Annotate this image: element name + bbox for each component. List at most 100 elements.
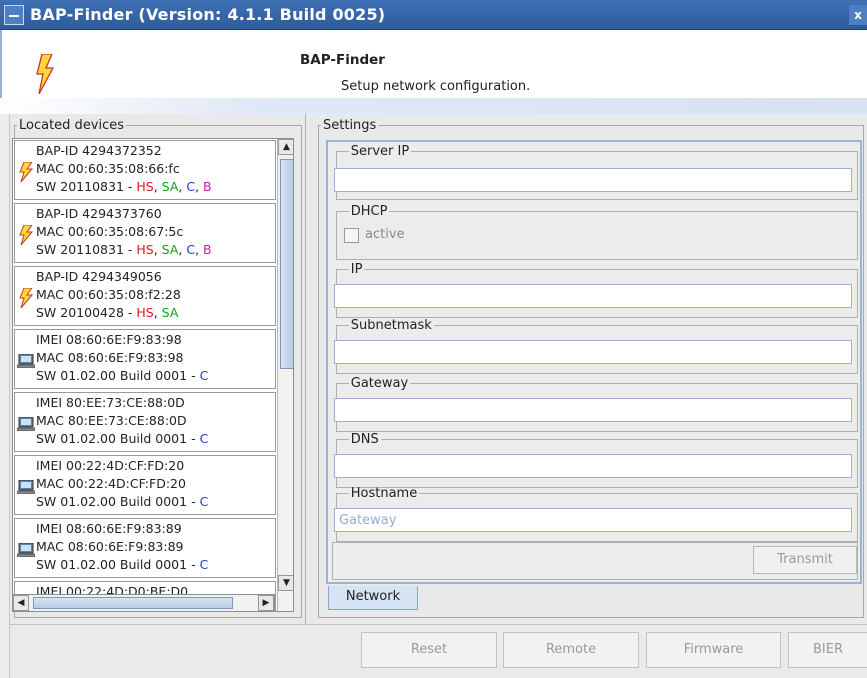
hostname-input[interactable] (334, 508, 852, 532)
capability-c: C (186, 179, 196, 194)
title-bar: BAP-Finder (Version: 4.1.1 Build 0025) x (0, 0, 867, 30)
device-sw-version: 01.02.00 Build 0001 (60, 557, 188, 572)
dns-input[interactable] (334, 454, 852, 478)
device-mac-line: MAC 08:60:6E:F9:83:98 (36, 350, 184, 366)
computer-icon (17, 543, 35, 557)
device-id: IMEI 08:60:6E:F9:83:98 (36, 332, 182, 347)
device-sw-line: SW 01.02.00 Build 0001 - C (36, 494, 208, 510)
separator: - (187, 494, 200, 509)
capability-hs: HS (136, 305, 154, 320)
device-sw-version: 01.02.00 Build 0001 (60, 494, 188, 509)
device-list-item[interactable]: IMEI 80:EE:73:CE:88:0D MAC 80:EE:73:CE:88… (14, 392, 276, 452)
separator: , (153, 242, 162, 257)
subnetmask-label: Subnetmask (350, 318, 432, 333)
settings-label: Settings (323, 118, 377, 133)
separator: , (195, 179, 204, 194)
computer-icon (17, 480, 35, 494)
network-settings-area: Server IP DHCP active IP Subnetmask Gate… (326, 140, 862, 584)
device-sw-line: SW 01.02.00 Build 0001 - C (36, 368, 208, 384)
horizontal-scroll-thumb[interactable] (33, 597, 233, 609)
device-sw-line: SW 01.02.00 Build 0001 - C (36, 557, 208, 573)
sw-prefix: SW (36, 557, 61, 572)
mac-prefix: MAC (36, 539, 68, 554)
ip-label: IP (350, 262, 363, 277)
device-mac: 08:60:6E:F9:83:89 (67, 539, 184, 554)
dhcp-label: DHCP (350, 204, 388, 219)
scroll-left-button[interactable]: ◀ (13, 595, 29, 611)
capability-b: B (203, 179, 212, 194)
mac-prefix: MAC (36, 413, 68, 428)
device-mac: 00:60:35:08:66:fc (67, 161, 180, 176)
device-sw-version: 20110831 (60, 242, 124, 257)
device-list-item[interactable]: IMEI 08:60:6E:F9:83:89 MAC 08:60:6E:F9:83… (14, 518, 276, 578)
lightning-icon (19, 162, 33, 182)
device-mac: 08:60:6E:F9:83:98 (67, 350, 184, 365)
device-list[interactable]: BAP-ID 4294372352 MAC 00:60:35:08:66:fc SW… (12, 138, 294, 612)
close-button[interactable]: x (849, 5, 867, 25)
separator: , (153, 179, 162, 194)
mac-prefix: MAC (36, 350, 68, 365)
device-mac: 00:60:35:08:f2:28 (67, 287, 181, 302)
device-list-item[interactable]: BAP-ID 4294372352 MAC 00:60:35:08:66:fc SW… (14, 140, 276, 200)
server-ip-input[interactable] (334, 168, 852, 192)
device-mac-line: MAC 00:60:35:08:66:fc (36, 161, 180, 177)
capability-sa: SA (161, 305, 179, 320)
capability-c: C (199, 368, 209, 383)
vertical-scrollbar[interactable]: ▲ ▼ (277, 139, 293, 611)
separator: - (123, 242, 137, 257)
separator: , (195, 242, 204, 257)
device-id-line: BAP-ID 4294372352 (36, 143, 162, 159)
server-ip-label: Server IP (350, 144, 410, 159)
located-devices-label: Located devices (19, 118, 125, 133)
device-list-item[interactable]: IMEI 00:22:4D:CF:FD:20 MAC 00:22:4D:CF:FD… (14, 455, 276, 515)
device-id: IMEI 08:60:6E:F9:83:89 (36, 521, 182, 536)
subnetmask-input[interactable] (334, 340, 852, 364)
vertical-scroll-thumb[interactable] (280, 159, 293, 369)
device-mac: 00:22:4D:CF:FD:20 (67, 476, 186, 491)
firmware-button[interactable]: Firmware (646, 632, 781, 668)
device-id: BAP-ID 4294373760 (36, 206, 162, 221)
gateway-input[interactable] (334, 398, 852, 422)
capability-c: C (199, 431, 209, 446)
device-list-item[interactable]: IMEI 08:60:6E:F9:83:98 MAC 08:60:6E:F9:83… (14, 329, 276, 389)
bier-button[interactable]: BIER (788, 632, 867, 668)
ip-input[interactable] (334, 284, 852, 308)
app-window: BAP-Finder (Version: 4.1.1 Build 0025) x… (0, 0, 867, 678)
scroll-right-button[interactable]: ▶ (258, 595, 274, 611)
capability-sa: SA (161, 242, 179, 257)
reset-button[interactable]: Reset (361, 632, 497, 668)
dhcp-group: DHCP (336, 204, 858, 260)
banner-title: BAP-Finder (300, 52, 385, 68)
capability-hs: HS (136, 179, 154, 194)
scroll-up-button[interactable]: ▲ (278, 139, 293, 155)
device-sw-line: SW 01.02.00 Build 0001 - C (36, 431, 208, 447)
lightning-logo-icon (36, 54, 54, 94)
capability-b: B (203, 242, 212, 257)
device-sw-line: SW 20110831 - HS, SA, C, B (36, 179, 212, 195)
device-list-item[interactable]: BAP-ID 4294373760 MAC 00:60:35:08:67:5c SW… (14, 203, 276, 263)
capability-c: C (199, 557, 209, 572)
dhcp-active-checkbox[interactable] (344, 228, 359, 243)
device-mac-line: MAC 00:60:35:08:67:5c (36, 224, 183, 240)
sw-prefix: SW (36, 305, 61, 320)
remote-button[interactable]: Remote (503, 632, 639, 668)
device-id: IMEI 80:EE:73:CE:88:0D (36, 395, 185, 410)
device-mac-line: MAC 08:60:6E:F9:83:89 (36, 539, 184, 555)
device-mac: 00:60:35:08:67:5c (67, 224, 184, 239)
transmit-button[interactable]: Transmit (753, 546, 857, 574)
hostname-label: Hostname (350, 486, 418, 501)
horizontal-scrollbar[interactable]: ◀ ▶ (12, 594, 275, 612)
minimize-button[interactable] (4, 4, 24, 25)
tab-network[interactable]: Network (328, 586, 418, 610)
device-mac-line: MAC 00:60:35:08:f2:28 (36, 287, 181, 303)
sw-prefix: SW (36, 431, 61, 446)
device-sw-version: 01.02.00 Build 0001 (60, 368, 188, 383)
separator: - (123, 305, 137, 320)
device-sw-line: SW 20110831 - HS, SA, C, B (36, 242, 212, 258)
window-left-edge (0, 114, 10, 678)
device-list-item[interactable]: BAP-ID 4294349056 MAC 00:60:35:08:f2:28 SW… (14, 266, 276, 326)
separator: - (187, 431, 200, 446)
mac-prefix: MAC (36, 161, 68, 176)
scroll-down-button[interactable]: ▼ (278, 575, 293, 591)
device-sw-version: 20100428 (60, 305, 124, 320)
